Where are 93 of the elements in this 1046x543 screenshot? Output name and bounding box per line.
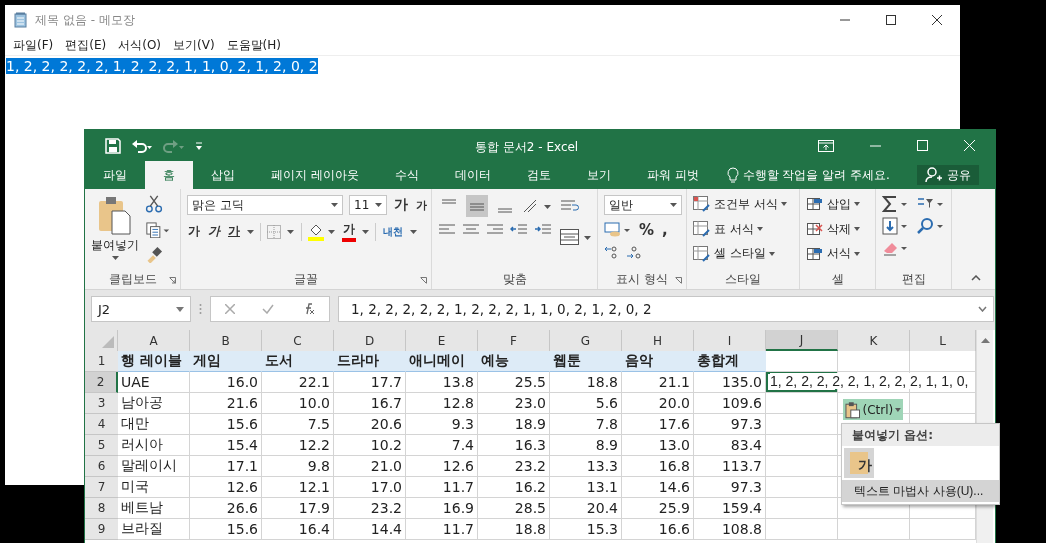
table-cell: 드라마: [334, 351, 406, 372]
table-cell: 16.4: [262, 519, 334, 540]
table-cell: 15.3: [550, 519, 622, 540]
table-cell: 26.6: [190, 498, 262, 519]
window-title: 통합 문서2 - Excel: [475, 139, 579, 156]
table-cell: 18.9: [478, 414, 550, 435]
table-cell: 20.4: [550, 498, 622, 519]
table-cell: 16.0: [190, 372, 262, 393]
table-cell: 남아공: [118, 393, 190, 414]
group-label: 표시 형식: [616, 270, 668, 288]
table-cell: 97.3: [694, 414, 766, 435]
table-cell: 16.3: [478, 435, 550, 456]
table-cell: 23.2: [334, 498, 406, 519]
table-cell: 113.7: [694, 456, 766, 477]
table-cell: 13.1: [550, 477, 622, 498]
table-cell: 159.4: [694, 498, 766, 519]
table-cell: 20.0: [622, 393, 694, 414]
table-cell: 행 레이블: [118, 351, 190, 372]
table-cell: 10.2: [334, 435, 406, 456]
table-cell: 135.0: [694, 372, 766, 393]
table-cell: UAE: [118, 372, 190, 393]
table-cell: 웹툰: [550, 351, 622, 372]
table-cell: 23.0: [478, 393, 550, 414]
table-cell: 7.5: [262, 414, 334, 435]
table-cell: 17.0: [334, 477, 406, 498]
table-cell: 1, 2, 2, 2, 2, 2, 1, 2, 2, 2, 1, 1, 0,: [770, 373, 971, 389]
table-cell: 게임: [190, 351, 262, 372]
text-content: 1, 2, 2, 2, 2, 2, 1, 2, 2, 2, 1, 1, 0, 2, 1, 2, 0, 2: [6, 58, 318, 74]
table-cell: 14.4: [334, 519, 406, 540]
table-cell: 16.6: [622, 519, 694, 540]
table-cell: 예능: [478, 351, 550, 372]
table-cell: 18.8: [550, 372, 622, 393]
table-cell: 21.0: [334, 456, 406, 477]
table-cell: 베트남: [118, 498, 190, 519]
table-cell: 16.7: [334, 393, 406, 414]
table-cell: 9.3: [406, 414, 478, 435]
table-cell: 108.8: [694, 519, 766, 540]
table-cell: 러시아: [118, 435, 190, 456]
table-cell: 109.6: [694, 393, 766, 414]
table-cell: 13.0: [622, 435, 694, 456]
table-cell: 17.7: [334, 372, 406, 393]
table-cell: 7.4: [406, 435, 478, 456]
table-cell: 83.4: [694, 435, 766, 456]
table-cell: 25.5: [478, 372, 550, 393]
table-cell: 12.2: [262, 435, 334, 456]
group-label: 글꼴: [294, 270, 318, 288]
table-cell: 15.6: [190, 414, 262, 435]
table-cell: 16.2: [478, 477, 550, 498]
group-label: 편집: [901, 270, 926, 288]
table-cell: 21.6: [190, 393, 262, 414]
table-cell: 7.8: [550, 414, 622, 435]
table-cell: 5.6: [550, 393, 622, 414]
table-cell: 브라질: [118, 519, 190, 540]
table-cell: 14.6: [622, 477, 694, 498]
table-cell: 도서: [262, 351, 334, 372]
table-cell: 10.0: [262, 393, 334, 414]
table-cell: 12.1: [262, 477, 334, 498]
table-cell: 8.9: [550, 435, 622, 456]
group-label: 맞춤: [502, 270, 527, 288]
table-cell: 22.1: [262, 372, 334, 393]
table-cell: 21.1: [622, 372, 694, 393]
table-cell: 12.8: [406, 393, 478, 414]
table-cell: 애니메이: [406, 351, 478, 372]
table-cell: 20.6: [334, 414, 406, 435]
table-cell: 말레이시: [118, 456, 190, 477]
table-cell: 9.8: [262, 456, 334, 477]
table-cell: 18.8: [478, 519, 550, 540]
table-cell: 16.8: [622, 456, 694, 477]
group-label: 클립보드: [108, 270, 157, 288]
table-cell: 13.8: [406, 372, 478, 393]
table-cell: 총합계: [694, 351, 766, 372]
table-cell: 16.9: [406, 498, 478, 519]
group-label: 스타일: [725, 270, 761, 288]
table-cell: 미국: [118, 477, 190, 498]
table-cell: 15.6: [190, 519, 262, 540]
menu-heading: 붙여넣기 옵션:: [842, 424, 999, 446]
table-cell: 12.6: [406, 456, 478, 477]
table-cell: 음악: [622, 351, 694, 372]
window-title: 제목 없음 - 메모장: [35, 11, 135, 29]
table-cell: 12.6: [190, 477, 262, 498]
table-cell: 28.5: [478, 498, 550, 519]
table-cell: 17.1: [190, 456, 262, 477]
table-cell: 대만: [118, 414, 190, 435]
group-label: 셀: [831, 270, 844, 288]
table-cell: 25.9: [622, 498, 694, 519]
table-cell: 13.3: [550, 456, 622, 477]
table-cell: 17.9: [262, 498, 334, 519]
table-cell: 97.3: [694, 477, 766, 498]
table-cell: 15.4: [190, 435, 262, 456]
table-cell: 17.6: [622, 414, 694, 435]
table-cell: 11.7: [406, 519, 478, 540]
table-cell: 23.2: [478, 456, 550, 477]
table-cell: 11.7: [406, 477, 478, 498]
